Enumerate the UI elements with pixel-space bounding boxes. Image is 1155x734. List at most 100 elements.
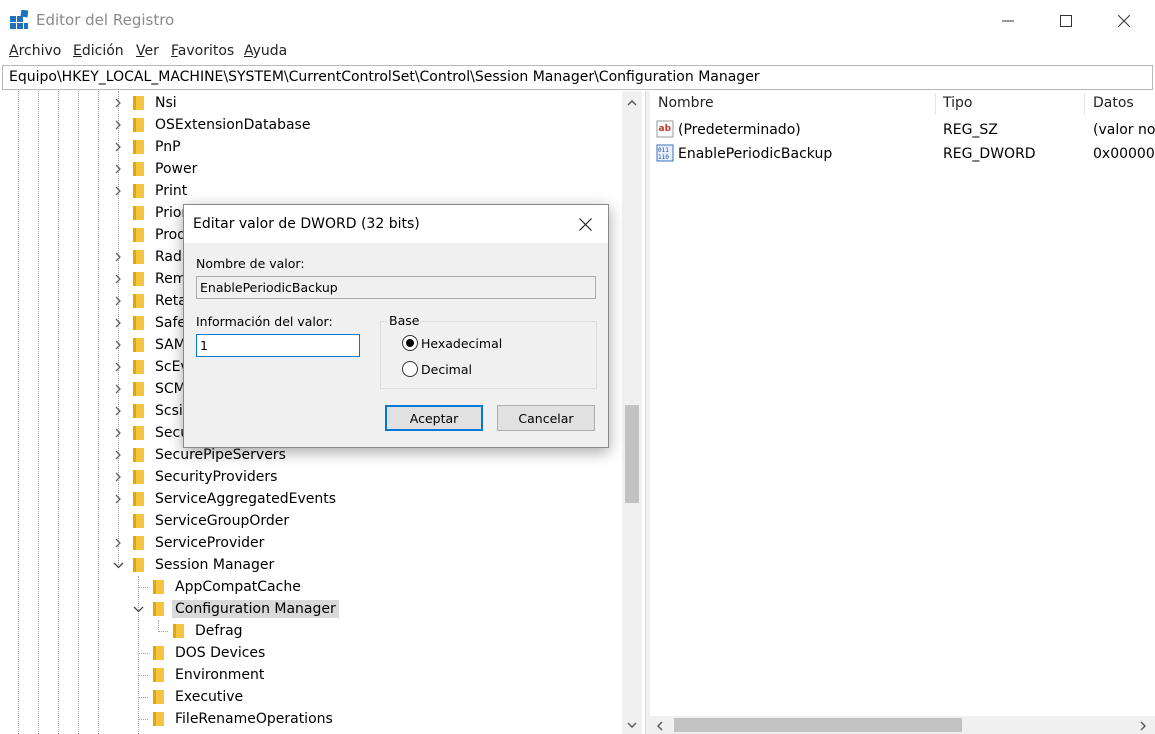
scroll-right-icon[interactable] (1140, 721, 1147, 731)
column-separator[interactable] (935, 93, 936, 115)
tree-item[interactable]: Print (110, 180, 190, 202)
tree-item[interactable]: Radi (110, 246, 189, 268)
tree-scroll-thumb[interactable] (625, 405, 639, 503)
tree-item[interactable]: SCM (110, 378, 189, 400)
menu-ayuda[interactable]: Ayuda (244, 43, 287, 59)
tree-item[interactable]: PnP (110, 136, 184, 158)
menu-favoritos[interactable]: Favoritos (171, 43, 234, 59)
dialog-title: Editar valor de DWORD (32 bits) (193, 216, 420, 232)
chevron-right-icon[interactable] (110, 469, 126, 485)
chevron-right-icon[interactable] (110, 337, 126, 353)
value-name-field[interactable]: EnablePeriodicBackup (196, 276, 596, 299)
menu-archivo[interactable]: Archivo (9, 43, 61, 59)
chevron-right-icon[interactable] (110, 95, 126, 111)
tree-item[interactable]: ServiceAggregatedEvents (110, 488, 339, 510)
value-row[interactable]: 011 110 EnablePeriodicBackup REG_DWORD 0… (650, 144, 1155, 166)
tree-item[interactable]: ServiceGroupOrder (110, 510, 292, 532)
tree-item[interactable]: DOS Devices (130, 642, 268, 664)
scroll-up-icon[interactable] (622, 93, 642, 111)
tree-item[interactable]: Secu (110, 422, 192, 444)
menu-ver-accel: V (136, 43, 145, 59)
folder-icon (153, 602, 164, 616)
tree-item[interactable]: Executive (130, 686, 246, 708)
dialog-close-button[interactable] (570, 211, 600, 237)
tree-item-label: ServiceAggregatedEvents (155, 491, 337, 507)
menu-edicion[interactable]: Edición (73, 43, 124, 59)
tree-item[interactable]: Nsi (110, 92, 180, 114)
value-data-field[interactable]: 1 (196, 334, 360, 357)
chevron-down-icon[interactable] (110, 557, 126, 573)
column-header-nombre[interactable]: Nombre (658, 95, 714, 111)
value-row[interactable]: ab (Predeterminado) REG_SZ (valor no (650, 120, 1155, 142)
tree-item[interactable]: OSExtensionDatabase (110, 114, 313, 136)
column-header-tipo[interactable]: Tipo (943, 95, 972, 111)
value-data: 0x000000 (1093, 146, 1155, 162)
chevron-right-icon[interactable] (110, 293, 126, 309)
chevron-right-icon[interactable] (110, 315, 126, 331)
menu-bar: Archivo Edición Ver Favoritos Ayuda (0, 41, 1155, 63)
values-hscrollbar[interactable] (650, 716, 1155, 734)
tree-scrollbar[interactable] (622, 91, 642, 734)
scroll-down-icon[interactable] (622, 716, 642, 734)
tree-item[interactable]: AppCompatCache (130, 576, 304, 598)
tree-item[interactable]: Reta (110, 290, 190, 312)
folder-icon (133, 514, 144, 528)
maximize-button[interactable] (1037, 0, 1095, 41)
tree-item[interactable]: ScEv (110, 356, 192, 378)
column-header-datos[interactable]: Datos (1093, 95, 1134, 111)
chevron-right-icon[interactable] (110, 381, 126, 397)
chevron-right-icon[interactable] (110, 491, 126, 507)
tree-item[interactable]: ScsiP (110, 400, 194, 422)
chevron-right-icon[interactable] (110, 403, 126, 419)
tree-item[interactable]: Defrag (150, 620, 246, 642)
tree-item[interactable]: Prior (110, 202, 190, 224)
tree-item[interactable]: SAM (110, 334, 189, 356)
registry-editor-icon (10, 10, 29, 29)
address-bar[interactable]: Equipo\HKEY_LOCAL_MACHINE\SYSTEM\Current… (2, 65, 1153, 90)
folder-icon (153, 668, 164, 682)
ok-button[interactable]: Aceptar (385, 405, 483, 431)
minimize-button[interactable] (979, 0, 1037, 41)
folder-icon (133, 382, 144, 396)
chevron-right-icon[interactable] (110, 249, 126, 265)
edit-dword-dialog: Editar valor de DWORD (32 bits) Nombre d… (183, 204, 609, 448)
tree-item[interactable]: Safe (110, 312, 189, 334)
chevron-right-icon[interactable] (110, 425, 126, 441)
chevron-right-icon[interactable] (110, 535, 126, 551)
tree-item[interactable]: Configuration Manager (130, 598, 339, 620)
menu-edicion-accel: E (73, 43, 82, 59)
tree-item-label: Configuration Manager (172, 600, 339, 618)
chevron-right-icon[interactable] (110, 183, 126, 199)
tree-item[interactable]: Session Manager (110, 554, 277, 576)
tree-item[interactable]: Prod (110, 224, 189, 246)
tree-item[interactable]: ServiceProvider (110, 532, 267, 554)
menu-ver[interactable]: Ver (136, 43, 159, 59)
tree-item[interactable]: Power (110, 158, 200, 180)
values-pane[interactable]: Nombre Tipo Datos ab (Predeterminado) RE… (650, 91, 1155, 734)
menu-favoritos-accel: F (171, 43, 178, 59)
value-name: (Predeterminado) (678, 122, 801, 138)
tree-item[interactable]: SecurityProviders (110, 466, 280, 488)
tree-item-label: OSExtensionDatabase (155, 117, 311, 133)
chevron-right-icon[interactable] (110, 271, 126, 287)
chevron-right-icon[interactable] (110, 447, 126, 463)
folder-icon (133, 558, 144, 572)
radio-hexadecimal[interactable]: Hexadecimal (402, 335, 502, 351)
tree-item[interactable]: Environment (130, 664, 267, 686)
tree-item[interactable]: FileRenameOperations (130, 708, 336, 730)
chevron-right-icon[interactable] (110, 359, 126, 375)
chevron-down-icon[interactable] (130, 601, 146, 617)
window-title: Editor del Registro (36, 11, 175, 29)
cancel-button[interactable]: Cancelar (497, 405, 595, 431)
column-separator[interactable] (1084, 93, 1085, 115)
chevron-right-icon[interactable] (110, 117, 126, 133)
close-button[interactable] (1095, 0, 1153, 41)
chevron-right-icon[interactable] (110, 161, 126, 177)
values-scroll-thumb[interactable] (674, 718, 962, 732)
chevron-right-icon[interactable] (110, 139, 126, 155)
scroll-left-icon[interactable] (656, 721, 663, 731)
radio-decimal[interactable]: Decimal (402, 361, 472, 377)
